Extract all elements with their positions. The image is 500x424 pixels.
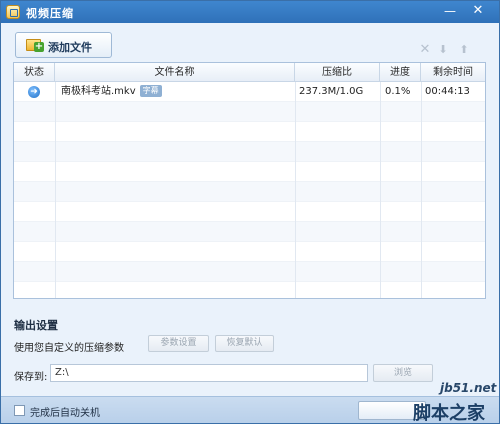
- move-up-icon[interactable]: ⬆: [458, 44, 470, 56]
- file-name: 南极科考站.mkv: [61, 86, 136, 97]
- watermark: jb51.net 脚本之家: [393, 379, 500, 424]
- empty-row: [14, 222, 485, 242]
- toolbar: 添加文件 ✕ ⬇ ⬆: [1, 23, 499, 61]
- output-settings-description: 使用您自定义的压缩参数: [14, 343, 124, 354]
- add-file-label: 添加文件: [48, 41, 92, 54]
- header-file-name[interactable]: 文件名称: [55, 63, 295, 82]
- auto-shutdown-label[interactable]: 完成后自动关机: [30, 404, 100, 419]
- remaining-time-cell: 00:44:13: [425, 86, 470, 97]
- table-header: 状态 文件名称 压缩比 进度 剩余时间: [14, 63, 485, 82]
- minimize-button[interactable]: —: [437, 3, 463, 20]
- add-folder-icon: [26, 39, 44, 52]
- empty-row: [14, 262, 485, 282]
- empty-row: [14, 242, 485, 262]
- add-file-button[interactable]: 添加文件: [15, 32, 112, 58]
- table-row[interactable]: ➜ 南极科考站.mkv 字幕 237.3M/1.0G 0.1% 00:44:13: [14, 82, 485, 102]
- move-down-icon[interactable]: ⬇: [437, 44, 449, 56]
- param-settings-button[interactable]: 参数设置: [148, 335, 209, 352]
- ratio-cell: 237.3M/1.0G: [299, 86, 364, 97]
- empty-row: [14, 182, 485, 202]
- header-ratio[interactable]: 压缩比: [295, 63, 380, 82]
- empty-row: [14, 162, 485, 182]
- header-status[interactable]: 状态: [14, 63, 55, 82]
- header-progress[interactable]: 进度: [380, 63, 421, 82]
- video-compress-window: 视频压缩 — ✕ 添加文件 ✕ ⬇ ⬆ 状态 文件名称 压缩比 进度 剩余时间 …: [0, 0, 500, 424]
- empty-row: [14, 202, 485, 222]
- window-title: 视频压缩: [26, 7, 74, 20]
- header-remaining-time[interactable]: 剩余时间: [421, 63, 485, 82]
- restore-default-button[interactable]: 恢复默认: [215, 335, 274, 352]
- close-button[interactable]: ✕: [465, 3, 491, 20]
- save-path-input[interactable]: Z:\: [50, 364, 368, 382]
- watermark-site: jb51.net: [440, 381, 497, 395]
- title-bar[interactable]: 视频压缩 — ✕: [1, 1, 499, 23]
- delete-icon[interactable]: ✕: [419, 43, 431, 56]
- table-body: ➜ 南极科考站.mkv 字幕 237.3M/1.0G 0.1% 00:44:13: [14, 82, 485, 298]
- empty-row: [14, 102, 485, 122]
- file-name-cell: 南极科考站.mkv 字幕: [61, 82, 162, 102]
- auto-shutdown-checkbox[interactable]: [14, 405, 25, 416]
- empty-row: [14, 122, 485, 142]
- progress-cell: 0.1%: [385, 86, 411, 97]
- play-arrow-icon: ➜: [28, 86, 40, 98]
- app-icon: [6, 5, 20, 19]
- output-settings-title: 输出设置: [14, 319, 58, 332]
- watermark-text: 脚本之家: [413, 403, 485, 424]
- empty-row: [14, 282, 485, 298]
- empty-row: [14, 142, 485, 162]
- save-to-label: 保存到:: [14, 372, 48, 383]
- subtitle-tag: 字幕: [139, 85, 162, 97]
- file-list-table[interactable]: 状态 文件名称 压缩比 进度 剩余时间 ➜ 南极科考站.mkv 字幕 237.3M…: [13, 62, 486, 299]
